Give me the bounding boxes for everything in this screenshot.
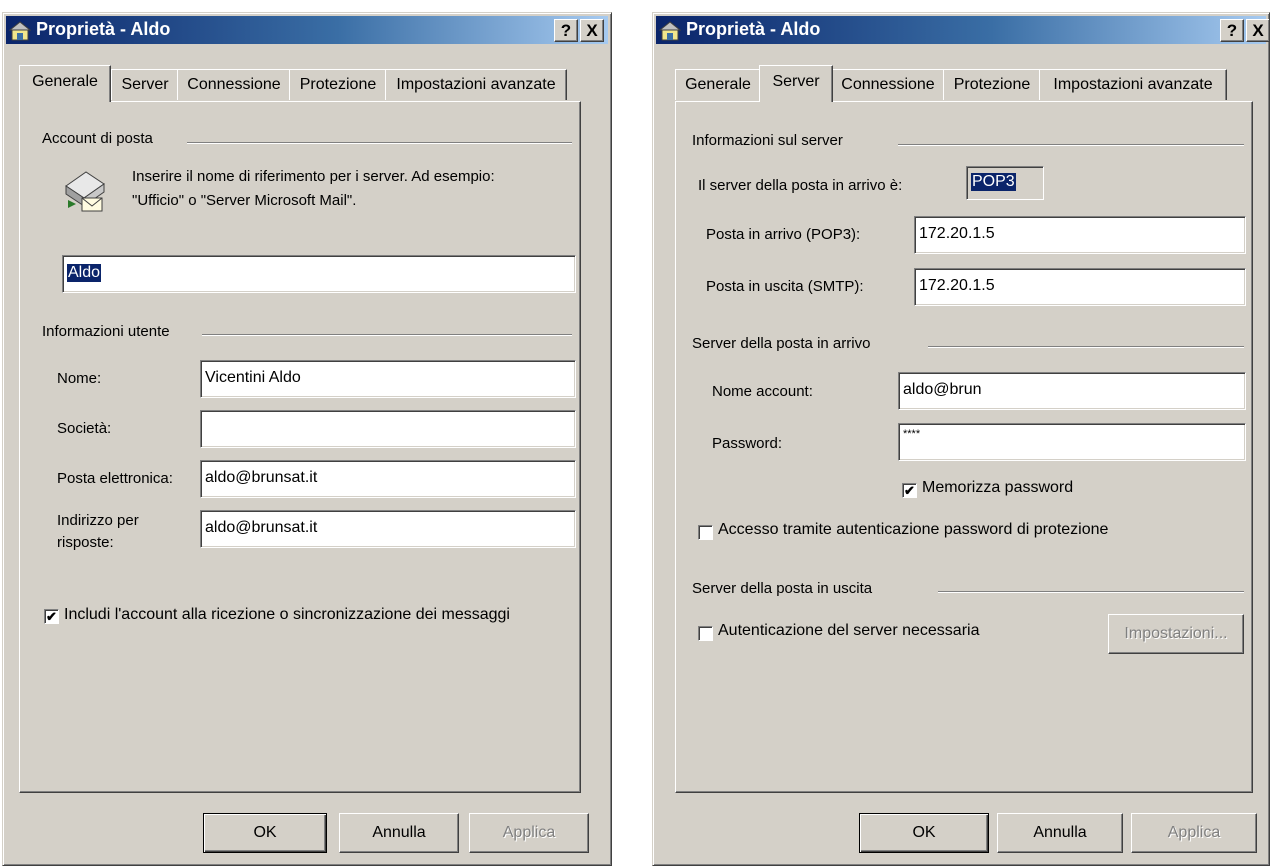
tab-connessione[interactable]: Connessione [177, 69, 291, 100]
email-input[interactable]: aldo@brunsat.it [200, 460, 576, 498]
tab-connessione[interactable]: Connessione [831, 69, 945, 100]
tab-server[interactable]: Server [759, 65, 833, 102]
properties-dialog-general: Proprietà - Aldo ? X Generale Server Con… [2, 12, 612, 866]
account-name-input[interactable]: Aldo [62, 255, 576, 293]
societa-label: Società: [57, 420, 112, 437]
account-group-label: Account di posta [42, 130, 153, 147]
outgoing-group-label: Server della posta in uscita [692, 580, 873, 597]
properties-dialog-server: Proprietà - Aldo ? X Generale Server Con… [652, 12, 1270, 866]
email-label: Posta elettronica: [57, 470, 173, 487]
reply-label-line2: risposte: [57, 534, 114, 551]
pop3-input[interactable]: 172.20.1.5 [914, 216, 1246, 254]
title-bar[interactable]: Proprietà - Aldo ? X [6, 16, 608, 44]
account-icon [659, 21, 681, 41]
group-divider [938, 591, 1244, 593]
tab-impostazioni-avanzate[interactable]: Impostazioni avanzate [385, 69, 567, 100]
nome-label: Nome: [57, 370, 102, 387]
server-info-group-label: Informazioni sul server [692, 132, 843, 149]
group-divider [898, 144, 1244, 146]
group-divider [187, 142, 572, 144]
password-label: Password: [712, 435, 783, 452]
tab-protezione[interactable]: Protezione [289, 69, 387, 100]
tab-server[interactable]: Server [111, 69, 179, 100]
tab-generale[interactable]: Generale [675, 69, 761, 100]
incoming-type-value: POP3 [966, 166, 1044, 200]
account-name-label: Nome account: [712, 383, 813, 400]
server-auth-label: Autenticazione del server necessaria [718, 622, 980, 639]
window-title: Proprietà - Aldo [36, 19, 171, 39]
window-title: Proprietà - Aldo [686, 19, 821, 39]
reply-input[interactable]: aldo@brunsat.it [200, 510, 576, 548]
close-button[interactable]: X [1246, 19, 1269, 42]
account-description-line2: "Ufficio" o "Server Microsoft Mail". [132, 192, 357, 209]
apply-button[interactable]: Applica [469, 813, 589, 853]
group-divider [202, 334, 572, 336]
incoming-group-label: Server della posta in arrivo [692, 335, 871, 352]
remember-password-checkbox[interactable]: ✔ [902, 483, 917, 498]
password-input[interactable]: **** [898, 423, 1246, 461]
account-description-line1: Inserire il nome di riferimento per i se… [132, 168, 495, 185]
tab-generale[interactable]: Generale [19, 65, 111, 102]
tab-protezione[interactable]: Protezione [943, 69, 1041, 100]
ok-button[interactable]: OK [859, 813, 989, 853]
remember-password-label: Memorizza password [922, 479, 1074, 496]
tab-panel: Informazioni sul server Il server della … [675, 101, 1253, 793]
cancel-button[interactable]: Annulla [339, 813, 459, 853]
include-account-checkbox[interactable]: ✔ [44, 609, 59, 624]
server-auth-checkbox[interactable] [698, 626, 713, 641]
close-button[interactable]: X [580, 19, 604, 42]
tab-panel: Account di posta Inserire il nome di rif… [19, 101, 581, 793]
smtp-input[interactable]: 172.20.1.5 [914, 268, 1246, 306]
incoming-type-label: Il server della posta in arrivo è: [698, 177, 903, 194]
settings-button[interactable]: Impostazioni... [1108, 614, 1244, 654]
user-info-group-label: Informazioni utente [42, 323, 170, 340]
include-account-label: Includi l'account alla ricezione o sincr… [64, 606, 510, 623]
group-divider [928, 346, 1244, 348]
ok-button[interactable]: OK [203, 813, 327, 853]
societa-input[interactable] [200, 410, 576, 448]
cancel-button[interactable]: Annulla [997, 813, 1123, 853]
tab-impostazioni-avanzate[interactable]: Impostazioni avanzate [1039, 69, 1227, 100]
mail-account-icon [65, 171, 105, 212]
account-name-input[interactable]: aldo@brun [898, 372, 1246, 410]
nome-input[interactable]: Vicentini Aldo [200, 360, 576, 398]
account-icon [9, 21, 31, 41]
help-button[interactable]: ? [1220, 19, 1244, 42]
spa-label: Accesso tramite autenticazione password … [718, 521, 1109, 538]
pop3-label: Posta in arrivo (POP3): [706, 226, 861, 243]
spa-checkbox[interactable] [698, 525, 713, 540]
help-button[interactable]: ? [554, 19, 578, 42]
apply-button[interactable]: Applica [1131, 813, 1257, 853]
title-bar[interactable]: Proprietà - Aldo ? X [656, 16, 1269, 44]
smtp-label: Posta in uscita (SMTP): [706, 278, 864, 295]
reply-label-line1: Indirizzo per [57, 512, 139, 529]
